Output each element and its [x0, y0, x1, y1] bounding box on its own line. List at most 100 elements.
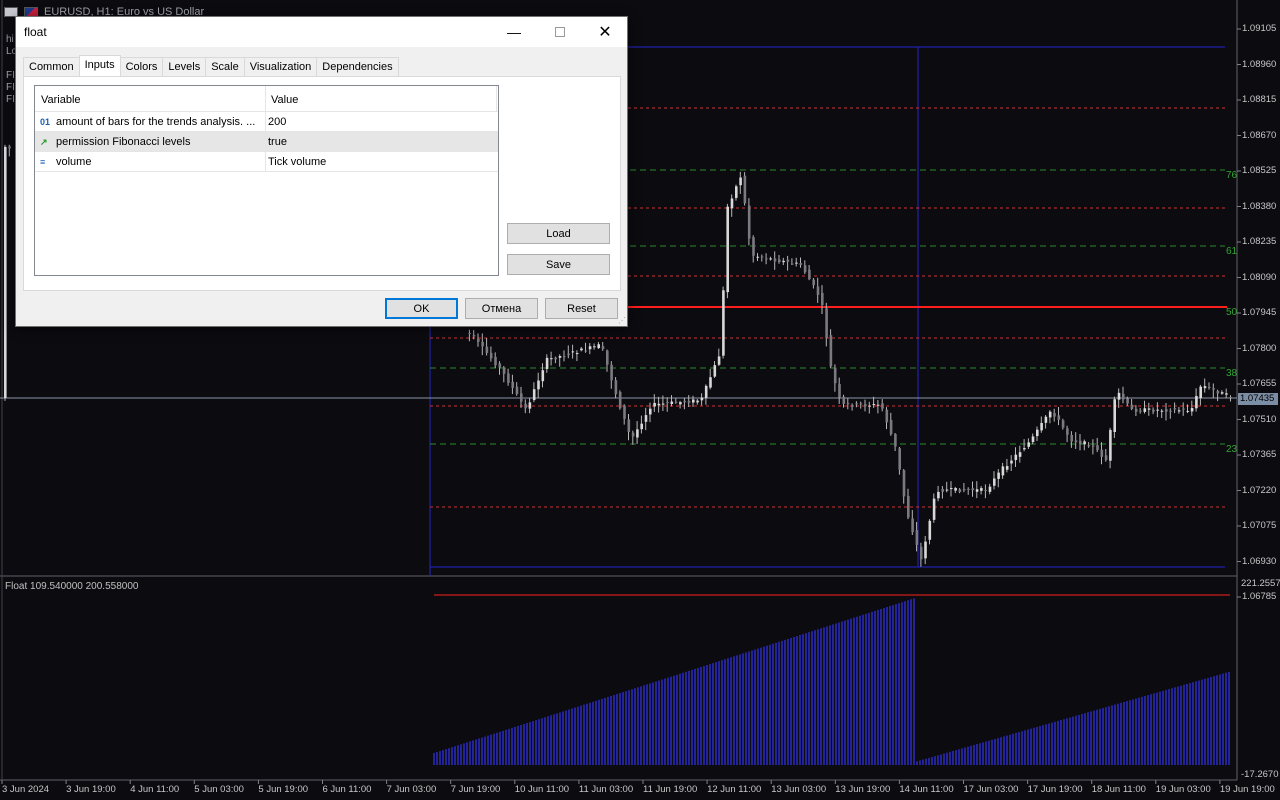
close-icon: ✕	[598, 24, 612, 41]
candle-body	[1044, 416, 1048, 423]
candle-body	[907, 495, 910, 518]
candle-body	[1031, 436, 1035, 443]
tab-levels[interactable]: Levels	[162, 57, 207, 76]
candle-body	[872, 404, 876, 406]
price-tick-label: 1.07510	[1242, 413, 1277, 425]
column-divider[interactable]	[265, 86, 266, 112]
candle-body	[902, 470, 906, 497]
candle-body	[1036, 429, 1039, 437]
time-tick-label: 3 Jun 2024	[2, 784, 50, 795]
candle-body	[537, 380, 540, 390]
dialog-titlebar[interactable]: float — ✕	[16, 17, 627, 47]
candle-body	[653, 402, 656, 407]
dialog-title: float	[24, 25, 47, 39]
candle-body	[1122, 393, 1125, 400]
candle-body	[1066, 428, 1069, 435]
price-tick-label: 1.07220	[1242, 484, 1277, 496]
candle-body	[1212, 388, 1215, 390]
load-button[interactable]: Load	[507, 223, 610, 244]
candle-body	[606, 350, 609, 365]
tab-scale[interactable]: Scale	[205, 57, 245, 76]
variable-value[interactable]: true	[268, 136, 287, 148]
candle-body	[950, 488, 953, 490]
tab-dependencies[interactable]: Dependencies	[316, 57, 399, 76]
candle-body	[588, 346, 592, 350]
input-row-volume[interactable]: ≡ volume Tick volume	[35, 152, 498, 172]
tab-colors[interactable]: Colors	[119, 57, 164, 76]
maximize-button[interactable]	[537, 17, 583, 47]
save-button[interactable]: Save	[507, 254, 610, 275]
candle-body	[1190, 408, 1194, 412]
candle-body	[1195, 395, 1198, 409]
price-tick-label: 1.08960	[1242, 58, 1277, 70]
candle-body	[864, 404, 867, 407]
candle-body	[958, 489, 962, 492]
column-divider[interactable]	[496, 86, 497, 112]
price-tick-label: 1.08380	[1242, 200, 1277, 212]
candle-body	[778, 259, 781, 263]
candle-body	[1109, 429, 1112, 461]
candle-body	[494, 356, 497, 366]
candle-body	[808, 269, 811, 280]
candle-body	[876, 404, 880, 406]
price-tick-label: 1.06930	[1242, 555, 1277, 567]
candle-body	[489, 352, 493, 359]
price-tick-label: 1.07365	[1242, 449, 1277, 460]
candle-body	[1126, 398, 1129, 404]
fib-label: 38	[1226, 368, 1238, 379]
cancel-button[interactable]: Отмена	[465, 298, 538, 319]
candle-body	[881, 403, 884, 409]
candle-body	[558, 356, 562, 358]
candle-body	[4, 146, 7, 398]
column-header-value[interactable]: Value	[271, 94, 298, 106]
resize-grip-icon[interactable]: ⋰	[618, 317, 626, 325]
input-row-bars-amount[interactable]: 01 amount of bars for the trends analysi…	[35, 112, 498, 132]
candle-body	[1117, 392, 1121, 400]
candle-body	[1040, 422, 1043, 431]
tab-visualization[interactable]: Visualization	[243, 57, 318, 76]
candle-body	[575, 353, 579, 355]
candle-body	[868, 405, 871, 407]
time-tick-label: 11 Jun 19:00	[643, 784, 698, 795]
candle-body	[735, 186, 738, 198]
time-tick-label: 18 Jun 11:00	[1091, 784, 1146, 795]
variable-value[interactable]: Tick volume	[268, 156, 326, 168]
candle-body	[988, 486, 992, 492]
candle-body	[550, 358, 553, 360]
candle-body	[511, 381, 514, 388]
candle-body	[1220, 392, 1224, 394]
maximize-icon	[555, 27, 565, 37]
variable-name: amount of bars for the trends analysis. …	[56, 116, 256, 128]
ok-button[interactable]: OK	[385, 298, 458, 319]
tab-inputs[interactable]: Inputs	[78, 55, 121, 76]
time-tick-label: 13 Jun 03:00	[771, 784, 827, 795]
candle-body	[821, 292, 824, 306]
candle-body	[623, 405, 626, 419]
fib-label: 76	[1226, 170, 1238, 181]
candle-body	[610, 364, 613, 381]
time-tick-label: 19 Jun 03:00	[1155, 784, 1211, 795]
tab-common[interactable]: Common	[23, 57, 80, 76]
price-tick-label: 1.08815	[1242, 94, 1277, 105]
indicator-properties-dialog[interactable]: float — ✕ Common Inputs Colors Levels Sc…	[15, 16, 628, 327]
input-row-fibonacci[interactable]: ↗ permission Fibonacci levels true	[35, 132, 498, 152]
close-button[interactable]: ✕	[582, 17, 628, 47]
tab-bar: Common Inputs Colors Levels Scale Visual…	[23, 55, 399, 76]
reset-button[interactable]: Reset	[545, 298, 618, 319]
candle-body	[1139, 410, 1142, 412]
candle-body	[739, 177, 742, 186]
candle-body	[1023, 448, 1026, 450]
candle-body	[1048, 411, 1052, 418]
candle-body	[679, 402, 682, 405]
minimize-button[interactable]: —	[491, 17, 537, 47]
time-tick-label: 13 Jun 19:00	[835, 784, 891, 795]
column-header-variable[interactable]: Variable	[41, 94, 81, 106]
candle-body	[945, 489, 949, 491]
candle-body	[752, 237, 755, 256]
variable-value[interactable]: 200	[268, 116, 286, 128]
candle-body	[1152, 409, 1155, 412]
candle-body	[1134, 408, 1138, 412]
candle-body	[971, 488, 975, 491]
candle-body	[1057, 415, 1061, 420]
inputs-grid[interactable]: Variable Value 01 amount of bars for the…	[34, 85, 499, 276]
